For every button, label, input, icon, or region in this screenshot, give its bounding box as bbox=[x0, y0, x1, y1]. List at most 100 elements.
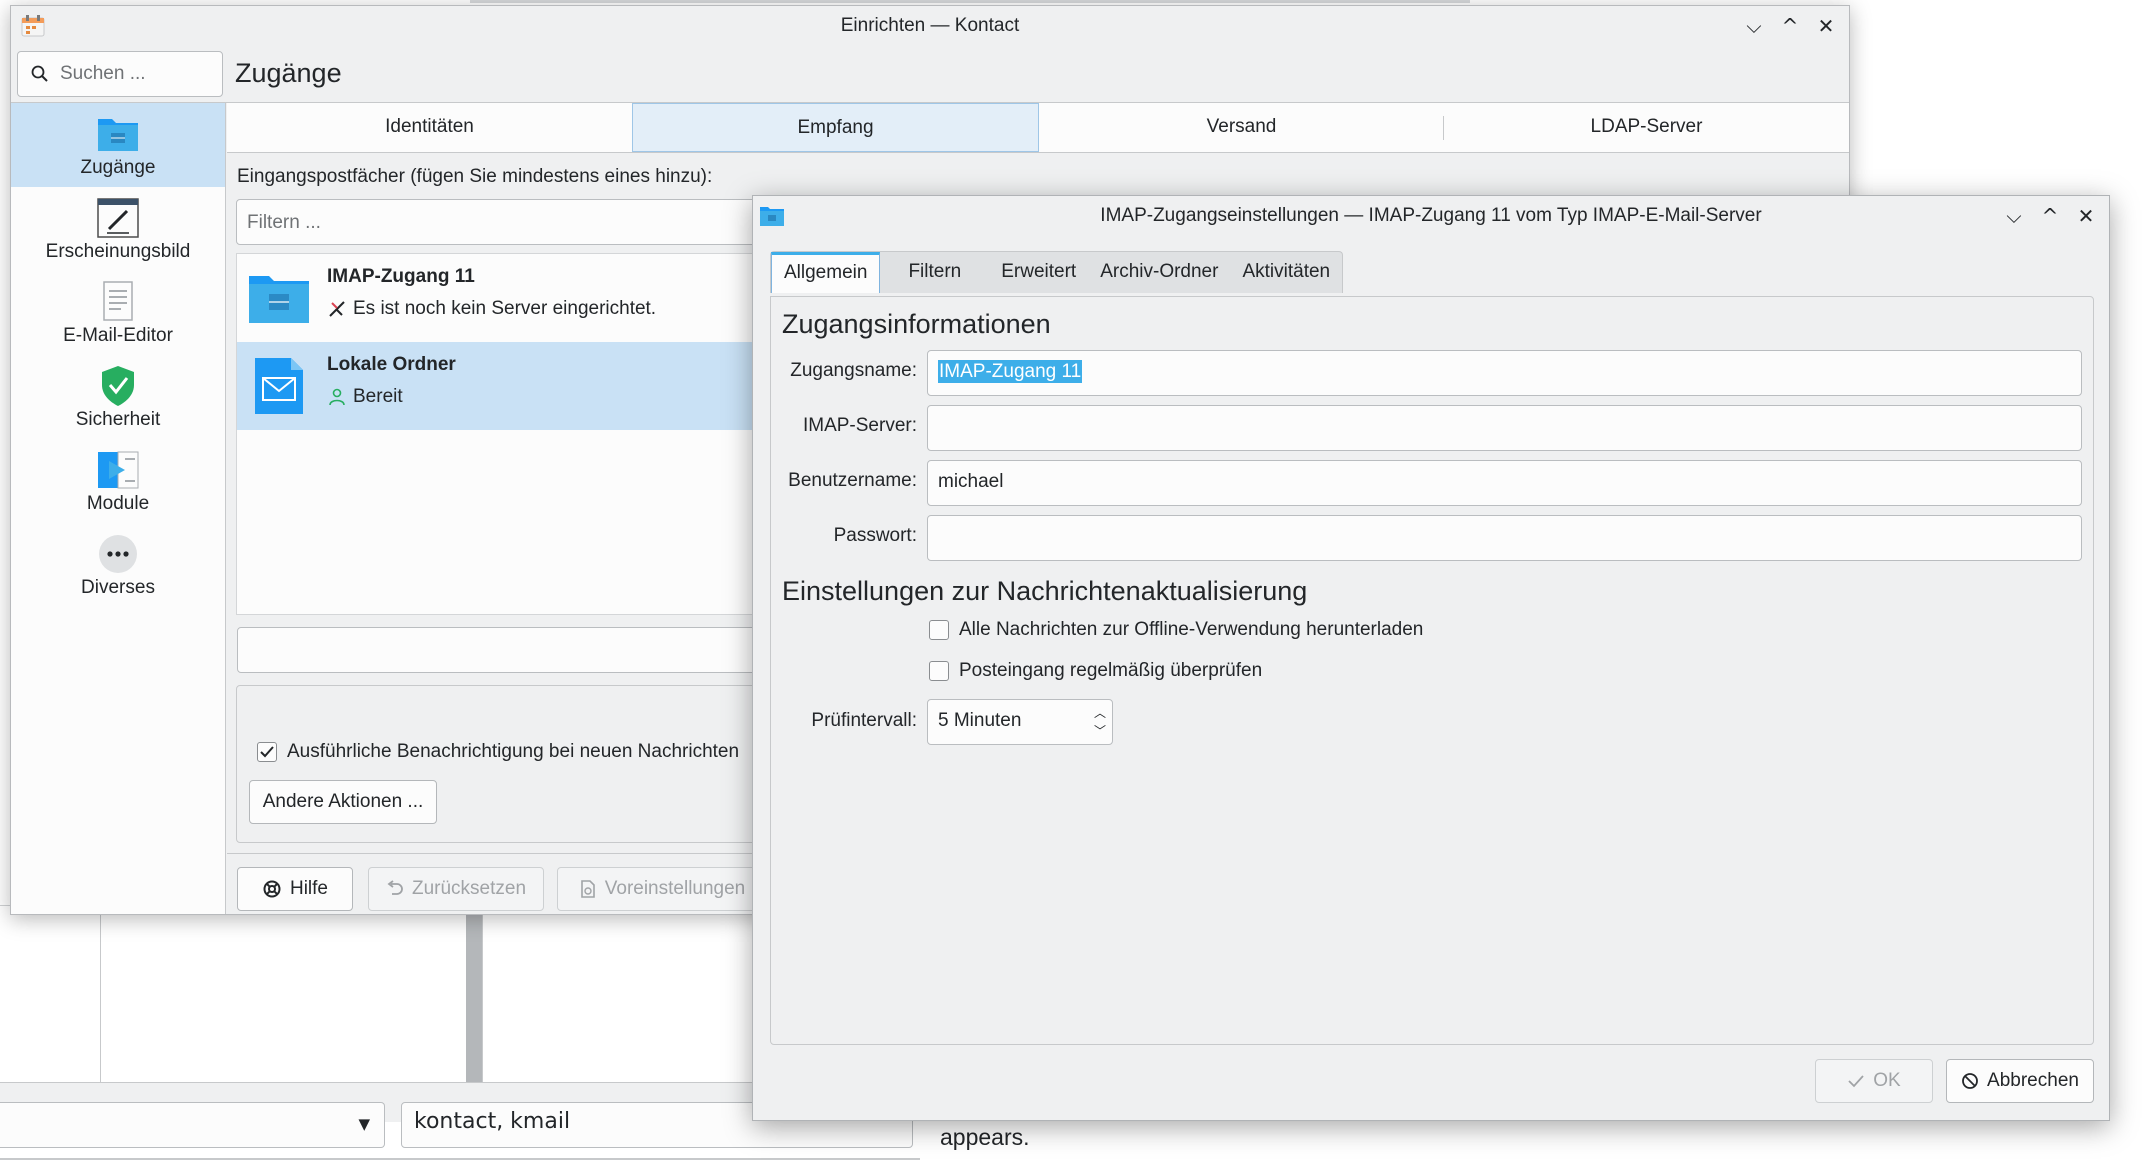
tab-activities[interactable]: Aktivitäten bbox=[1230, 252, 1342, 293]
document-icon bbox=[103, 281, 133, 321]
interval-label: Prüfintervall: bbox=[811, 710, 917, 731]
chevron-up-icon: ^ bbox=[2041, 204, 2059, 228]
tab-archive-folder[interactable]: Archiv-Ordner bbox=[1088, 252, 1230, 293]
check-inbox-checkbox[interactable] bbox=[929, 661, 949, 681]
reset-button-label: Zurücksetzen bbox=[411, 878, 527, 899]
chevron-up-icon: ^ bbox=[1781, 14, 1799, 38]
account-item-local[interactable]: Lokale Ordner Bereit bbox=[237, 342, 837, 430]
account-name-label: Zugangsname: bbox=[790, 360, 917, 381]
account-action-field[interactable] bbox=[237, 627, 837, 673]
check-inbox-checkbox-label: Posteingang regelmäßig überprüfen bbox=[959, 660, 1263, 681]
chevron-up-icon[interactable]: ︿ bbox=[1094, 704, 1106, 722]
imap-server-label: IMAP-Server: bbox=[802, 415, 917, 436]
window-titlebar[interactable]: Einrichten — Kontact ⌵ ^ ✕ bbox=[11, 6, 1849, 50]
sidebar-item-modules[interactable]: Module bbox=[11, 439, 225, 523]
close-icon: ✕ bbox=[2077, 204, 2095, 228]
sidebar-item-misc[interactable]: Diverses bbox=[11, 523, 225, 607]
notify-checkbox[interactable] bbox=[257, 742, 277, 762]
notification-group: Ausführliche Benachrichtigung bei neuen … bbox=[236, 685, 836, 843]
close-button[interactable]: ✕ bbox=[1813, 13, 1839, 39]
plugin-icon bbox=[98, 451, 139, 489]
chevron-down-icon[interactable]: ﹀ bbox=[1094, 722, 1106, 740]
sidebar-item-security[interactable]: Sicherheit bbox=[11, 355, 225, 439]
defaults-button-label: Voreinstellungen bbox=[604, 878, 746, 899]
accounts-tabbar: Identitäten Empfang Versand LDAP-Server bbox=[227, 103, 1849, 153]
account-list: IMAP-Zugang 11 Es ist noch kein Server e… bbox=[236, 253, 837, 615]
defaults-button[interactable]: Voreinstellungen bbox=[557, 867, 767, 911]
close-icon: ✕ bbox=[1817, 14, 1835, 38]
sidebar-item-appearance[interactable]: Erscheinungsbild bbox=[11, 187, 225, 271]
more-icon bbox=[99, 535, 137, 573]
interval-value: 5 Minuten bbox=[938, 710, 1022, 731]
sidebar-item-label: Sicherheit bbox=[75, 409, 161, 430]
spin-arrows[interactable]: ︿ ﹀ bbox=[1094, 704, 1106, 740]
account-status: Es ist noch kein Server eingerichtet. bbox=[327, 298, 656, 320]
tab-identities[interactable]: Identitäten bbox=[227, 103, 632, 152]
help-button[interactable]: Hilfe bbox=[237, 867, 353, 911]
sidebar-item-label: Module bbox=[86, 493, 150, 514]
cancel-button-label: Abbrechen bbox=[1987, 1070, 2079, 1091]
check-icon bbox=[1848, 1075, 1864, 1088]
imap-settings-dialog: IMAP-Zugangseinstellungen — IMAP-Zugang … bbox=[752, 195, 2110, 1121]
chevron-down-icon: ⌵ bbox=[2006, 204, 2022, 228]
maximize-button[interactable]: ^ bbox=[2037, 203, 2063, 229]
tab-general[interactable]: Allgemein bbox=[771, 252, 881, 293]
cancel-button[interactable]: Abbrechen bbox=[1946, 1059, 2094, 1103]
interval-spinbox[interactable]: 5 Minuten ︿ ﹀ bbox=[927, 699, 1113, 745]
account-item-imap[interactable]: IMAP-Zugang 11 Es ist noch kein Server e… bbox=[237, 254, 837, 342]
imap-server-input[interactable] bbox=[927, 405, 2082, 451]
dialog-titlebar[interactable]: IMAP-Zugangseinstellungen — IMAP-Zugang … bbox=[753, 196, 2109, 238]
offline-checkbox-row[interactable]: Alle Nachrichten zur Offline-Verwendung … bbox=[929, 619, 1423, 641]
mail-folder-icon bbox=[255, 358, 303, 414]
close-button[interactable]: ✕ bbox=[2073, 203, 2099, 229]
sidebar-item-email-editor[interactable]: E-Mail-Editor bbox=[11, 271, 225, 355]
tab-receiving[interactable]: Empfang bbox=[632, 103, 1039, 152]
minimize-button[interactable]: ⌵ bbox=[1741, 13, 1767, 39]
account-status-text: Es ist noch kein Server eingerichtet. bbox=[353, 298, 657, 319]
tab-ldap-server[interactable]: LDAP-Server bbox=[1444, 103, 1849, 152]
sidebar-item-label: Zugänge bbox=[80, 157, 156, 178]
username-input[interactable]: michael bbox=[927, 460, 2082, 506]
account-name: IMAP-Zugang 11 bbox=[327, 266, 475, 287]
offline-checkbox[interactable] bbox=[929, 620, 949, 640]
disconnected-icon bbox=[329, 301, 345, 317]
tab-sending[interactable]: Versand bbox=[1039, 103, 1444, 152]
notify-checkbox-label: Ausführliche Benachrichtigung bei neuen … bbox=[287, 741, 740, 762]
cancel-icon bbox=[1962, 1073, 1978, 1089]
maximize-button[interactable]: ^ bbox=[1777, 13, 1803, 39]
account-name-value: IMAP-Zugang 11 bbox=[938, 360, 1083, 383]
ok-button[interactable]: OK bbox=[1815, 1059, 1933, 1103]
shield-icon bbox=[102, 366, 134, 406]
account-status: Bereit bbox=[327, 386, 403, 408]
account-status-text: Bereit bbox=[353, 386, 403, 407]
online-user-icon bbox=[329, 388, 345, 406]
section-account-info: Zugangsinformationen bbox=[782, 309, 1051, 339]
password-input[interactable] bbox=[927, 515, 2082, 561]
help-icon bbox=[263, 880, 281, 898]
reset-button[interactable]: Zurücksetzen bbox=[368, 867, 544, 911]
document-revert-icon bbox=[580, 880, 595, 898]
settings-search bbox=[17, 51, 223, 97]
chevron-down-icon: ⌵ bbox=[1746, 14, 1762, 38]
background-topline bbox=[470, 0, 1470, 3]
tab-advanced[interactable]: Erweitert bbox=[989, 252, 1088, 293]
tab-filtering[interactable]: Filtern bbox=[880, 252, 989, 293]
undo-icon bbox=[387, 880, 403, 895]
search-input[interactable] bbox=[60, 60, 210, 88]
chevron-down-icon: ▼ bbox=[358, 1115, 370, 1133]
account-name-input[interactable]: IMAP-Zugang 11 bbox=[927, 350, 2082, 396]
sidebar-item-label: Erscheinungsbild bbox=[45, 241, 191, 262]
notify-checkbox-row[interactable]: Ausführliche Benachrichtigung bei neuen … bbox=[257, 741, 739, 763]
background-combobox[interactable]: ▼ bbox=[0, 1102, 385, 1148]
filter-input[interactable] bbox=[247, 209, 747, 237]
background-divider bbox=[0, 1158, 920, 1160]
background-scrollbar[interactable] bbox=[466, 915, 482, 1085]
check-inbox-checkbox-row[interactable]: Posteingang regelmäßig überprüfen bbox=[929, 660, 1262, 682]
filter-box bbox=[236, 199, 836, 245]
dialog-tabbar: Allgemein Filtern Erweitert Archiv-Ordne… bbox=[770, 251, 1344, 293]
folder-icon bbox=[98, 119, 138, 151]
other-actions-button[interactable]: Andere Aktionen ... bbox=[249, 780, 437, 824]
minimize-button[interactable]: ⌵ bbox=[2001, 203, 2027, 229]
sidebar-item-accounts[interactable]: Zugänge bbox=[11, 103, 225, 187]
search-icon bbox=[31, 65, 48, 82]
